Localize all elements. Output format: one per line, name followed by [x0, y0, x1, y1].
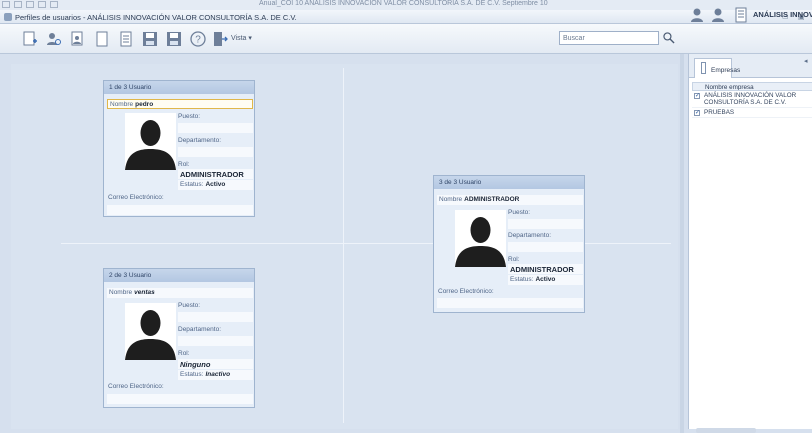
estatus-label: Estatus:	[180, 371, 204, 378]
estatus-value: Activo	[535, 276, 556, 283]
card-header: 2 de 3 Usuario	[104, 269, 254, 282]
users-window-icon	[4, 13, 12, 21]
rol-label: Rol:	[178, 350, 190, 357]
correo-label: Correo Electrónico:	[438, 288, 494, 295]
tab-label: Empresas	[711, 67, 741, 74]
correo-field[interactable]	[437, 298, 583, 308]
list-item[interactable]: ✓ ANÁLISIS INNOVACIÓN VALOR CONSULTORÍA …	[692, 91, 812, 108]
puesto-label: Puesto:	[178, 302, 201, 309]
correo-field[interactable]	[107, 394, 253, 404]
vista-label: Vista	[231, 35, 247, 42]
estatus-label: Estatus:	[180, 181, 204, 188]
nombre-label: Nombre	[110, 101, 134, 108]
building-icon	[701, 62, 706, 74]
svg-text:?: ?	[195, 35, 201, 46]
rol-field[interactable]: ADMINISTRADOR	[508, 264, 583, 274]
avatar-silhouette-icon	[125, 113, 176, 170]
chevron-left-icon[interactable]: ◂	[804, 57, 808, 65]
departamento-label: Departamento:	[508, 232, 551, 239]
canvas-divider-vertical	[343, 68, 344, 423]
column-header[interactable]: Nombre empresa	[692, 82, 812, 91]
exit-icon[interactable]	[210, 29, 230, 49]
save-as-icon[interactable]	[164, 29, 184, 49]
list-item[interactable]: ✓ PRUEBAS	[692, 108, 812, 118]
puesto-field[interactable]	[178, 312, 253, 322]
quick-access-icons	[2, 1, 58, 8]
panel-heading: ANÁLISIS INNOVA	[753, 10, 812, 19]
nombre-field[interactable]: Nombre pedro	[107, 99, 253, 109]
toolbar: ? Vista ▾	[0, 24, 812, 54]
departamento-label: Departamento:	[178, 137, 221, 144]
estatus-field[interactable]: Estatus: Activo	[508, 275, 583, 285]
departamento-label: Departamento:	[178, 326, 221, 333]
search-input[interactable]	[559, 31, 659, 45]
nombre-label: Nombre	[439, 196, 463, 203]
rol-label: Rol:	[508, 256, 520, 263]
qa-icon[interactable]	[26, 1, 34, 8]
new-user-icon[interactable]	[20, 29, 40, 49]
help-icon[interactable]: ?	[188, 29, 208, 49]
tab-empresas[interactable]: Empresas	[694, 58, 740, 78]
avatar-silhouette-icon	[455, 210, 506, 267]
nombre-label: Nombre	[109, 289, 133, 296]
window-title: Perfiles de usuarios - ANÁLISIS INNOVACI…	[15, 13, 297, 22]
company-name: ANÁLISIS INNOVACIÓN VALOR CONSULTORÍA S.…	[704, 92, 797, 106]
departamento-field[interactable]	[508, 242, 583, 252]
departamento-field[interactable]	[178, 147, 253, 157]
companies-panel: Empresas ◂ Nombre empresa ✓ ANÁLISIS INN…	[688, 54, 812, 429]
nombre-value: pedro	[135, 101, 154, 108]
user-card[interactable]: 2 de 3 Usuario Nombre ventas Puesto: Depa…	[103, 268, 255, 408]
nombre-value: ventas	[134, 289, 155, 296]
building-icon[interactable]	[733, 6, 749, 24]
puesto-label: Puesto:	[508, 209, 531, 216]
edit-user-icon[interactable]	[68, 29, 88, 49]
estatus-value: Inactivo	[205, 371, 231, 378]
qa-icon[interactable]	[50, 1, 58, 8]
company-checkbox[interactable]: ✓	[694, 93, 700, 99]
export-icon[interactable]	[116, 29, 136, 49]
qa-icon[interactable]	[14, 1, 22, 8]
card-header: 3 de 3 Usuario	[434, 176, 584, 189]
rol-label: Rol:	[178, 161, 190, 168]
user-card[interactable]: 3 de 3 Usuario Nombre ADMINISTRADOR Puest…	[433, 175, 585, 313]
panel-splitter[interactable]	[680, 54, 684, 433]
estatus-label: Estatus:	[510, 276, 534, 283]
puesto-field[interactable]	[178, 123, 253, 133]
vista-menu[interactable]: Vista ▾	[231, 34, 252, 42]
correo-label: Correo Electrónico:	[108, 383, 164, 390]
avatar-silhouette-icon	[125, 303, 176, 360]
estatus-field[interactable]: Estatus: Inactivo	[178, 370, 253, 380]
correo-label: Correo Electrónico:	[108, 194, 164, 201]
search-icon[interactable]	[660, 29, 678, 47]
user-permissions-icon[interactable]	[710, 6, 726, 24]
save-icon[interactable]	[140, 29, 160, 49]
background-window-title: Anual_COI 10 ANÁLISIS INNOVACIÓN VALOR C…	[259, 0, 548, 7]
rol-field[interactable]: Ninguno	[178, 359, 253, 369]
puesto-field[interactable]	[508, 219, 583, 229]
correo-field[interactable]	[107, 205, 253, 215]
estatus-field[interactable]: Estatus: Activo	[178, 180, 253, 190]
departamento-field[interactable]	[178, 336, 253, 346]
panel-tabs: Empresas ◂	[689, 54, 812, 78]
card-header: 1 de 3 Usuario	[104, 81, 254, 94]
user-company-icon[interactable]	[689, 6, 705, 24]
rol-field[interactable]: ADMINISTRADOR	[178, 169, 253, 179]
user-card[interactable]: 1 de 3 Usuario Nombre pedro Puesto: Depar…	[103, 80, 255, 217]
company-checkbox[interactable]: ✓	[694, 110, 700, 116]
qa-icon[interactable]	[38, 1, 46, 8]
nombre-field[interactable]: Nombre ADMINISTRADOR	[437, 195, 583, 205]
company-name: PRUEBAS	[704, 109, 735, 116]
nombre-field[interactable]: Nombre ventas	[107, 288, 253, 298]
puesto-label: Puesto:	[178, 113, 201, 120]
estatus-value: Activo	[205, 181, 226, 188]
nombre-value: ADMINISTRADOR	[464, 196, 520, 203]
qa-icon[interactable]	[2, 1, 10, 8]
find-user-icon[interactable]	[44, 29, 64, 49]
companies-grid: Nombre empresa ✓ ANÁLISIS INNOVACIÓN VAL…	[692, 82, 812, 118]
blank-document-icon[interactable]	[92, 29, 112, 49]
panel-scrollbar[interactable]	[696, 428, 756, 433]
